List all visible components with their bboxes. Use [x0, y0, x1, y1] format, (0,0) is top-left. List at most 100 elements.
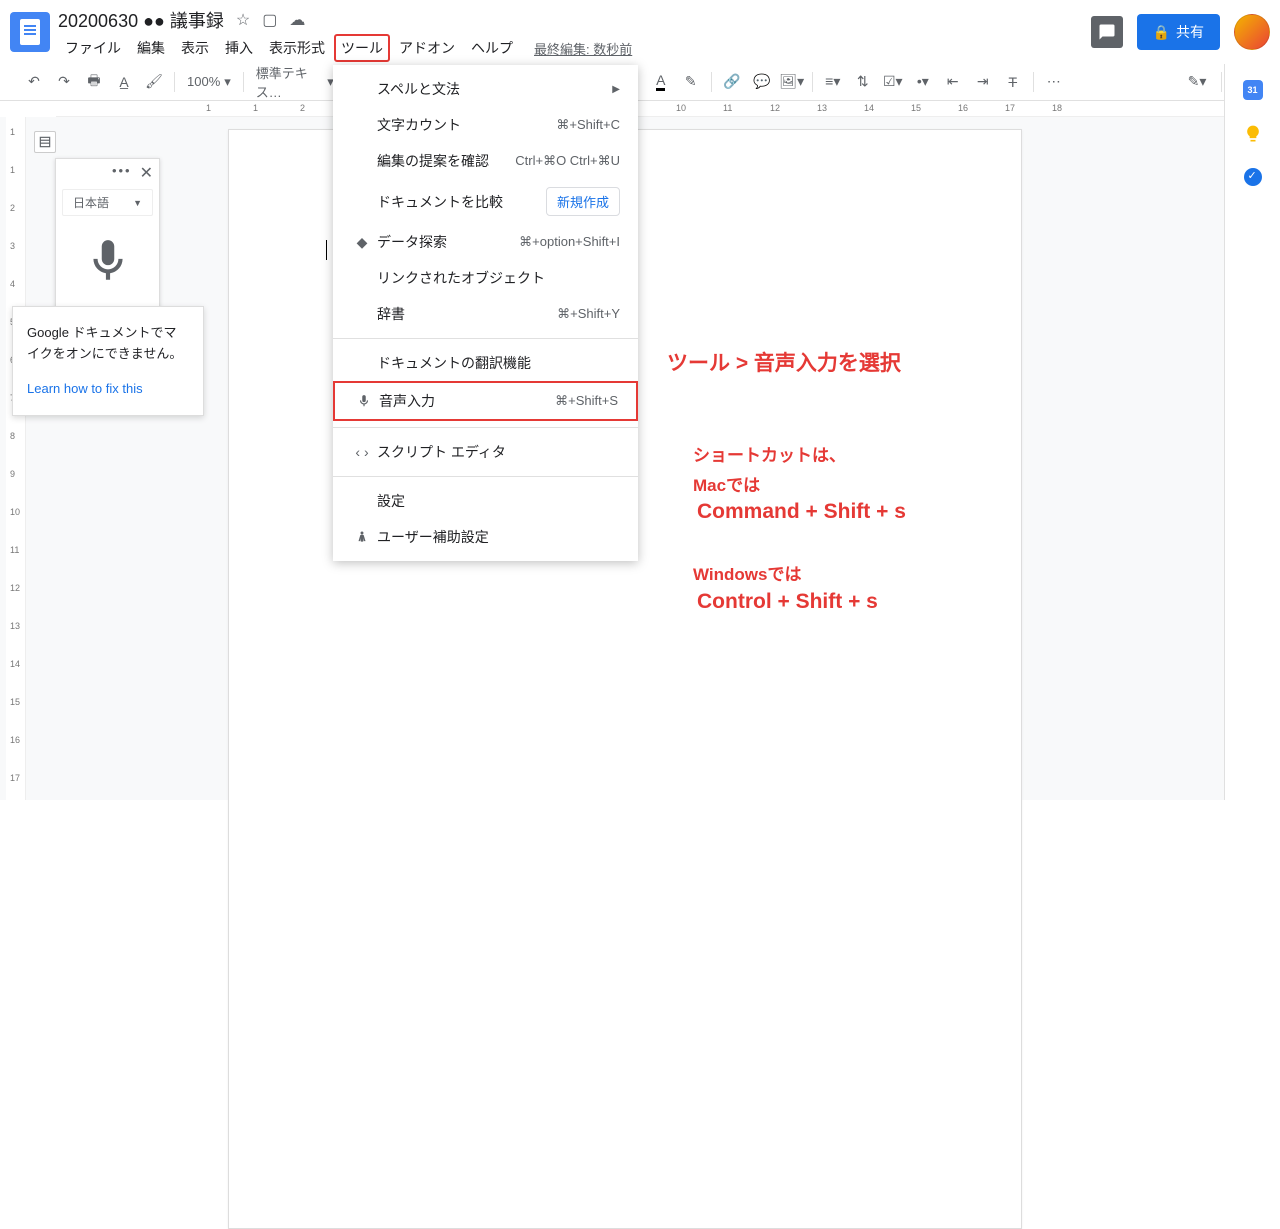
vertical-ruler[interactable]: 11234567891011121314151617	[6, 117, 26, 800]
dropdown-item[interactable]: 文字カウント⌘+Shift+C	[333, 107, 638, 143]
dropdown-label: ドキュメントの翻訳機能	[377, 353, 620, 373]
dropdown-item[interactable]: 辞書⌘+Shift+Y	[333, 296, 638, 332]
account-avatar[interactable]	[1234, 14, 1270, 50]
menu-tools[interactable]: ツール	[334, 34, 390, 62]
editing-mode-button[interactable]: ✎▾	[1183, 68, 1211, 96]
submenu-arrow-icon: ▶	[612, 84, 620, 95]
side-panel: 31	[1224, 64, 1280, 800]
checklist-button[interactable]: ☑▾	[879, 68, 907, 96]
voice-error-tooltip: Google ドキュメントでマイクをオンにできません。 Learn how to…	[12, 306, 204, 416]
dropdown-label: 文字カウント	[377, 115, 556, 135]
align-button[interactable]: ≡▾	[819, 68, 847, 96]
last-edit-link[interactable]: 最終編集: 数秒前	[534, 39, 632, 58]
dropdown-item[interactable]: 編集の提案を確認Ctrl+⌘O Ctrl+⌘U	[333, 143, 638, 179]
dropdown-item[interactable]: ◆データ探索⌘+option+Shift+I	[333, 224, 638, 260]
dropdown-item[interactable]: 音声入力⌘+Shift+S	[333, 381, 638, 421]
microphone-button[interactable]	[77, 230, 139, 292]
star-icon[interactable]: ☆	[236, 10, 250, 30]
dropdown-label: スクリプト エディタ	[377, 442, 620, 462]
style-dropdown[interactable]: 標準テキス…▾	[250, 69, 340, 95]
docs-logo[interactable]	[10, 12, 50, 52]
tools-dropdown: スペルと文法▶文字カウント⌘+Shift+C編集の提案を確認Ctrl+⌘O Ct…	[333, 65, 638, 561]
insert-comment-button[interactable]: 💬	[748, 68, 776, 96]
dropdown-item[interactable]: 設定	[333, 483, 638, 519]
zoom-dropdown[interactable]: 100%▾	[181, 69, 237, 95]
horizontal-ruler[interactable]: 1123456789101112131415161718	[56, 101, 1224, 117]
voice-error-text: Google ドキュメントでマイクをオンにできません。	[27, 323, 189, 365]
annotation-5: Windowsでは	[693, 560, 801, 585]
outline-toggle[interactable]	[34, 131, 56, 153]
menu-help[interactable]: ヘルプ	[464, 34, 520, 62]
calendar-icon[interactable]: 31	[1243, 80, 1263, 100]
menu-insert[interactable]: 挿入	[218, 34, 260, 62]
dropdown-shortcut: ⌘+Shift+S	[555, 393, 618, 409]
dropdown-item[interactable]: スペルと文法▶	[333, 71, 638, 107]
undo-button[interactable]: ↶	[20, 68, 48, 96]
dropdown-shortcut: ⌘+option+Shift+I	[519, 234, 620, 250]
annotation-1: ツール > 音声入力を選択	[667, 347, 901, 377]
dropdown-label: 辞書	[377, 304, 557, 324]
print-button[interactable]: 🖶	[80, 68, 108, 96]
text-caret	[326, 240, 327, 260]
voice-fix-link[interactable]: Learn how to fix this	[27, 379, 143, 400]
person-icon	[351, 530, 373, 544]
highlight-button[interactable]: ✎	[677, 68, 705, 96]
dropdown-item[interactable]: リンクされたオブジェクト	[333, 260, 638, 296]
bulleted-list-button[interactable]: •▾	[909, 68, 937, 96]
comments-button[interactable]	[1091, 16, 1123, 48]
dropdown-label: リンクされたオブジェクト	[377, 268, 620, 288]
menu-view[interactable]: 表示	[174, 34, 216, 62]
menu-edit[interactable]: 編集	[130, 34, 172, 62]
dropdown-item[interactable]: ドキュメントの翻訳機能	[333, 345, 638, 381]
share-button[interactable]: 🔒 共有	[1137, 14, 1220, 50]
text-color-button[interactable]: A	[647, 68, 675, 96]
dropdown-shortcut: ⌘+Shift+C	[556, 117, 620, 133]
dropdown-shortcut: Ctrl+⌘O Ctrl+⌘U	[515, 153, 620, 169]
menu-addons[interactable]: アドオン	[392, 34, 462, 62]
dropdown-label: 編集の提案を確認	[377, 151, 515, 171]
app-header: 20200630 ●● 議事録 ☆ ▢ ☁ ファイル 編集 表示 挿入 表示形式…	[0, 0, 1280, 63]
dropdown-inline-button[interactable]: 新規作成	[546, 187, 620, 216]
dropdown-label: ドキュメントを比較	[377, 192, 546, 212]
dropdown-shortcut: ⌘+Shift+Y	[557, 306, 620, 322]
paint-format-button[interactable]: 🖌	[140, 68, 168, 96]
menu-file[interactable]: ファイル	[58, 34, 128, 62]
document-title[interactable]: 20200630 ●● 議事録	[58, 7, 224, 33]
mic-icon	[353, 394, 375, 408]
◆-icon: ◆	[351, 234, 373, 251]
move-icon[interactable]: ▢	[262, 10, 277, 30]
<>-icon: ‹ ›	[351, 444, 373, 460]
redo-button[interactable]: ↷	[50, 68, 78, 96]
dropdown-item[interactable]: ユーザー補助設定	[333, 519, 638, 555]
menu-format[interactable]: 表示形式	[262, 34, 332, 62]
dropdown-label: 設定	[377, 491, 620, 511]
cloud-icon[interactable]: ☁	[289, 10, 305, 30]
dropdown-label: スペルと文法	[377, 79, 612, 99]
dropdown-item[interactable]: ‹ ›スクリプト エディタ	[333, 434, 638, 470]
menu-bar: ファイル 編集 表示 挿入 表示形式 ツール アドオン ヘルプ 最終編集: 数秒…	[58, 34, 1091, 62]
spellcheck-button[interactable]: A̲	[110, 68, 138, 96]
more-button[interactable]: ⋯	[1040, 68, 1068, 96]
lock-icon: 🔒	[1153, 24, 1170, 41]
keep-icon[interactable]	[1243, 124, 1263, 144]
share-label: 共有	[1176, 22, 1204, 42]
voice-language-dropdown[interactable]: 日本語▼	[62, 189, 153, 216]
voice-input-panel: ••• ✕ 日本語▼	[55, 158, 160, 309]
toolbar: ↶ ↷ 🖶 A̲ 🖌 100%▾ 標準テキス…▾ A ✎ 🔗 💬 🖼▾ ≡▾ ⇅…	[0, 63, 1280, 101]
dropdown-item[interactable]: ドキュメントを比較新規作成	[333, 179, 638, 224]
close-icon[interactable]: ✕	[140, 163, 153, 183]
insert-image-button[interactable]: 🖼▾	[778, 68, 806, 96]
clear-format-button[interactable]: T	[999, 68, 1027, 96]
voice-menu-icon[interactable]: •••	[112, 163, 132, 183]
annotation-3: Macでは	[693, 471, 760, 496]
line-spacing-button[interactable]: ⇅	[849, 68, 877, 96]
tasks-icon[interactable]	[1244, 168, 1262, 186]
insert-link-button[interactable]: 🔗	[718, 68, 746, 96]
dropdown-label: 音声入力	[379, 391, 555, 411]
annotation-4: Command + Shift + s	[697, 500, 906, 524]
title-area: 20200630 ●● 議事録 ☆ ▢ ☁ ファイル 編集 表示 挿入 表示形式…	[58, 8, 1091, 62]
indent-button[interactable]: ⇥	[969, 68, 997, 96]
dropdown-label: データ探索	[377, 232, 519, 252]
annotation-6: Control + Shift + s	[697, 590, 878, 614]
outdent-button[interactable]: ⇤	[939, 68, 967, 96]
